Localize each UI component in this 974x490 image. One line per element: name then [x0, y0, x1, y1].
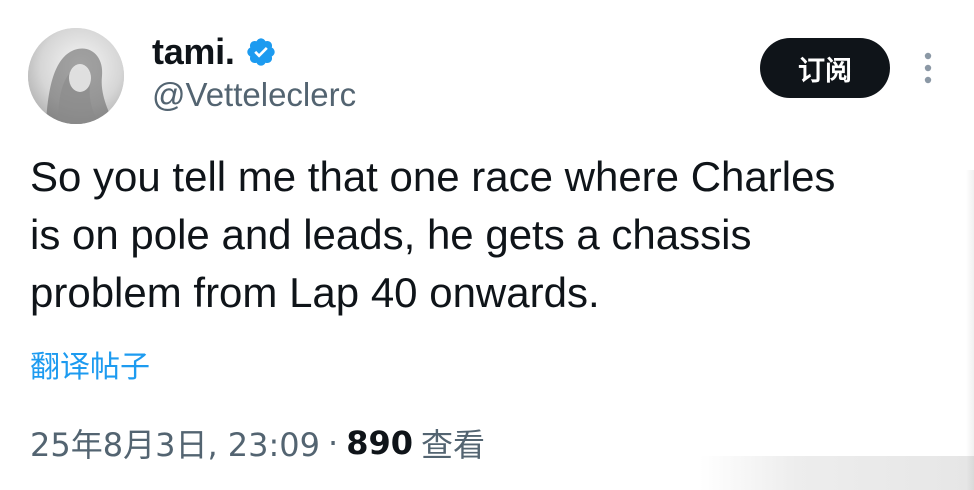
meta-separator: · — [328, 424, 339, 462]
avatar-portrait-icon — [28, 28, 124, 124]
author-avatar[interactable] — [28, 28, 124, 124]
author-name-row[interactable]: tami. — [152, 30, 277, 74]
more-vertical-icon — [924, 52, 932, 84]
tweet-text-line: problem from Lap 40 onwards. — [30, 269, 600, 316]
author-handle[interactable]: @Vetteleclerc — [152, 76, 356, 114]
more-options-button[interactable] — [914, 50, 942, 86]
translate-post-link[interactable]: 翻译帖子 — [30, 342, 150, 386]
verified-badge-icon — [245, 36, 277, 68]
edge-shadow — [966, 170, 974, 490]
author-display-name[interactable]: tami. — [152, 31, 235, 73]
watermark-strip — [700, 456, 974, 490]
views-count: 890 — [346, 424, 413, 462]
views-label: 查看 — [420, 426, 485, 464]
tweet-timestamp[interactable]: 25年8月3日, 23:09 — [30, 420, 320, 466]
subscribe-button[interactable]: 订阅 — [760, 38, 890, 98]
tweet-meta: 25年8月3日, 23:09 · 890 查看 — [30, 420, 485, 466]
tweet-text-line: So you tell me that one race where Charl… — [30, 153, 836, 200]
tweet-text-line: is on pole and leads, he gets a chassis — [30, 211, 752, 258]
tweet-text: So you tell me that one race where Charl… — [30, 148, 930, 322]
